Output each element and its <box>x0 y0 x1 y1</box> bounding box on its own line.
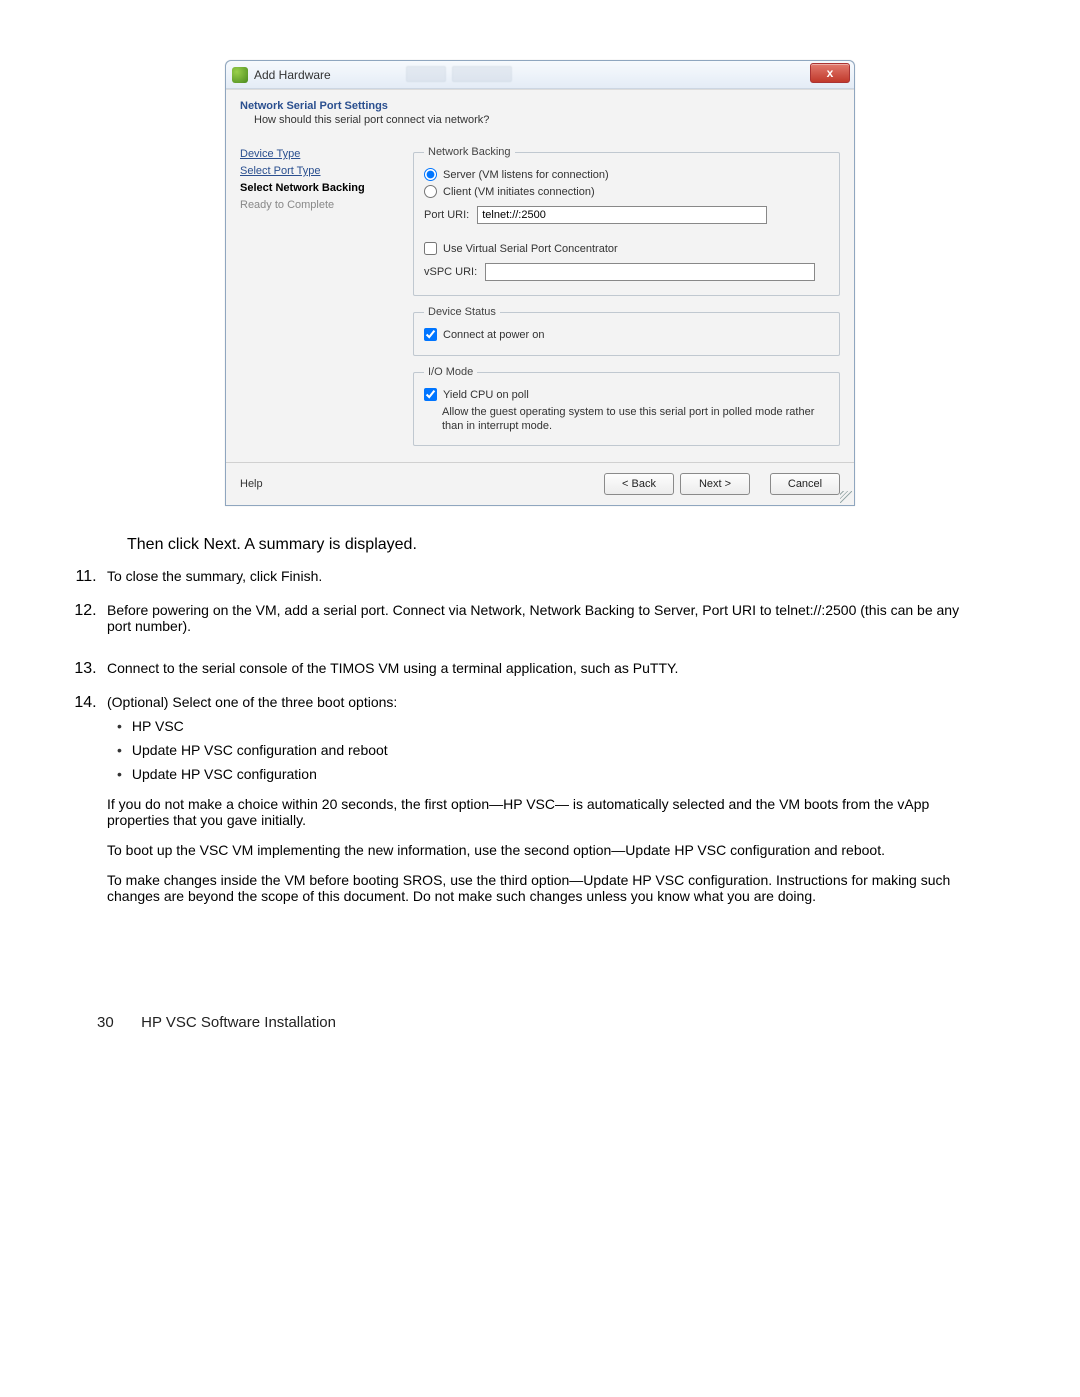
step-11-text: To close the summary, click Finish. <box>107 568 322 584</box>
use-vspc-check[interactable]: Use Virtual Serial Port Concentrator <box>424 242 829 255</box>
add-hardware-dialog: Add Hardware x Network Serial Port Setti… <box>225 60 855 506</box>
port-uri-input[interactable] <box>477 206 767 224</box>
back-button[interactable]: < Back <box>604 473 674 495</box>
yield-cpu-checkbox[interactable] <box>424 388 437 401</box>
footer-title: HP VSC Software Installation <box>141 1014 336 1031</box>
connect-power-on-checkbox[interactable] <box>424 328 437 341</box>
step-14-para-3: To make changes inside the VM before boo… <box>107 872 983 904</box>
connect-power-on-label: Connect at power on <box>443 329 545 341</box>
io-mode-description: Allow the guest operating system to use … <box>442 405 829 433</box>
dialog-title: Add Hardware <box>254 68 331 82</box>
device-status-group: Device Status Connect at power on <box>413 306 840 356</box>
vspc-uri-label: vSPC URI: <box>424 266 477 278</box>
app-icon <box>232 67 248 83</box>
step-14-bullet-1: HP VSC <box>117 718 983 734</box>
dialog-titlebar: Add Hardware x <box>226 61 854 89</box>
section-title: Network Serial Port Settings <box>240 100 840 112</box>
step-14-para-2: To boot up the VSC VM implementing the n… <box>107 842 983 858</box>
step-14: (Optional) Select one of the three boot … <box>101 694 983 904</box>
step-12-text: Before powering on the VM, add a serial … <box>107 602 959 634</box>
page-number: 30 <box>97 1014 137 1031</box>
wizard-nav: Device Type Select Port Type Select Netw… <box>240 146 395 456</box>
step-12: Before powering on the VM, add a serial … <box>101 602 983 634</box>
dialog-button-bar: Help < Back Next > Cancel <box>226 462 854 505</box>
help-link[interactable]: Help <box>240 478 263 490</box>
next-button[interactable]: Next > <box>680 473 750 495</box>
use-vspc-label: Use Virtual Serial Port Concentrator <box>443 243 618 255</box>
network-backing-legend: Network Backing <box>424 146 515 158</box>
device-status-legend: Device Status <box>424 306 500 318</box>
radio-server-label: Server (VM listens for connection) <box>443 169 609 181</box>
port-uri-label: Port URI: <box>424 209 469 221</box>
step-14-intro: (Optional) Select one of the three boot … <box>107 694 397 710</box>
radio-client[interactable]: Client (VM initiates connection) <box>424 185 829 198</box>
nav-select-port-type[interactable]: Select Port Type <box>240 163 395 180</box>
yield-cpu-check[interactable]: Yield CPU on poll <box>424 388 829 401</box>
nav-device-type[interactable]: Device Type <box>240 146 395 163</box>
network-backing-group: Network Backing Server (VM listens for c… <box>413 146 840 296</box>
page-footer: 30 HP VSC Software Installation <box>97 1014 983 1031</box>
nav-ready-to-complete: Ready to Complete <box>240 197 395 214</box>
radio-client-label: Client (VM initiates connection) <box>443 186 595 198</box>
use-vspc-checkbox[interactable] <box>424 242 437 255</box>
step-14-para-1: If you do not make a choice within 20 se… <box>107 796 983 828</box>
resize-grip-icon <box>840 491 852 503</box>
step-11: To close the summary, click Finish. <box>101 568 983 584</box>
dialog-body: Network Serial Port Settings How should … <box>226 89 854 462</box>
step-13-text: Connect to the serial console of the TIM… <box>107 660 678 676</box>
vspc-uri-input[interactable] <box>485 263 815 281</box>
section-subtitle: How should this serial port connect via … <box>254 114 840 126</box>
background-window-hint <box>406 64 794 84</box>
radio-client-input[interactable] <box>424 185 437 198</box>
paragraph-after-image: Then click Next. A summary is displayed. <box>127 536 983 554</box>
io-mode-legend: I/O Mode <box>424 366 477 378</box>
io-mode-group: I/O Mode Yield CPU on poll Allow the gue… <box>413 366 840 446</box>
close-button[interactable]: x <box>810 63 850 83</box>
step-14-bullet-3: Update HP VSC configuration <box>117 766 983 782</box>
connect-power-on-check[interactable]: Connect at power on <box>424 328 829 341</box>
step-14-bullet-2: Update HP VSC configuration and reboot <box>117 742 983 758</box>
radio-server[interactable]: Server (VM listens for connection) <box>424 168 829 181</box>
radio-server-input[interactable] <box>424 168 437 181</box>
cancel-button[interactable]: Cancel <box>770 473 840 495</box>
step-13: Connect to the serial console of the TIM… <box>101 660 983 676</box>
nav-select-network-backing: Select Network Backing <box>240 180 395 197</box>
yield-cpu-label: Yield CPU on poll <box>443 389 529 401</box>
